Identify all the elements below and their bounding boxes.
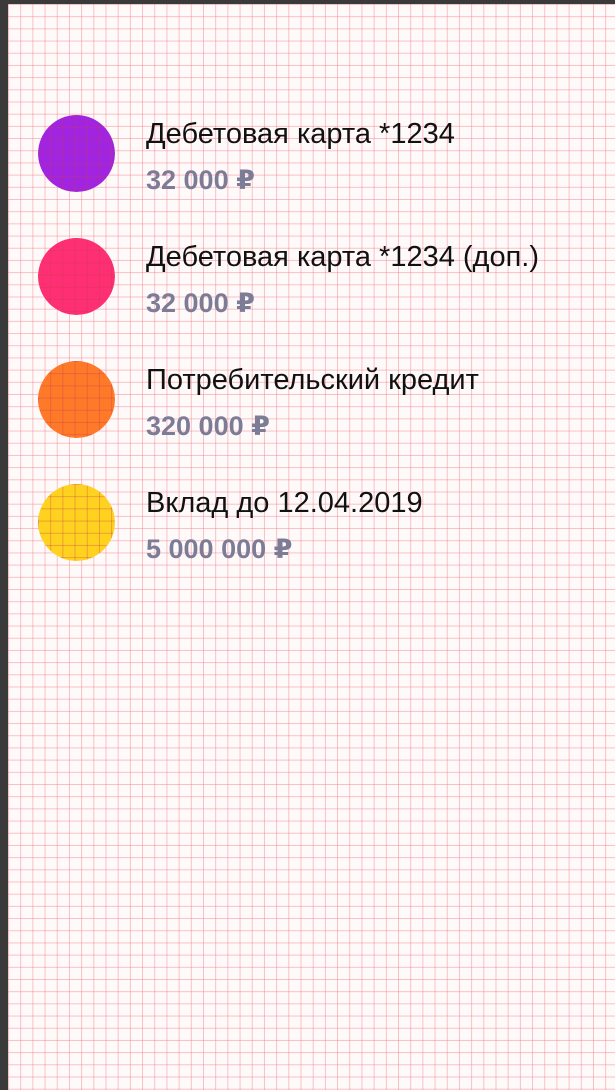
account-name: Дебетовая карта *1234 [146,118,455,150]
account-item-deposit[interactable]: Вклад до 12.04.2019 5 000 000 ₽ [38,477,615,600]
account-name: Потребительский кредит [146,364,479,396]
icon-grid-overlay [38,115,115,192]
icon-grid-overlay [38,484,115,561]
orange-circle-icon [38,361,115,438]
grid-canvas: Дебетовая карта *1234 32 000 ₽ Дебетовая… [8,4,615,1090]
account-item-debit-card-additional[interactable]: Дебетовая карта *1234 (доп.) 32 000 ₽ [38,231,615,354]
purple-circle-icon [38,115,115,192]
pink-circle-icon [38,238,115,315]
account-name: Вклад до 12.04.2019 [146,487,423,519]
account-balance: 32 000 ₽ [146,288,255,318]
yellow-circle-icon [38,484,115,561]
account-balance: 320 000 ₽ [146,411,270,441]
accounts-list: Дебетовая карта *1234 32 000 ₽ Дебетовая… [38,108,615,600]
window-left-border [0,0,8,1090]
account-item-consumer-loan[interactable]: Потребительский кредит 320 000 ₽ [38,354,615,477]
account-balance: 5 000 000 ₽ [146,534,293,564]
account-balance: 32 000 ₽ [146,165,255,195]
account-name: Дебетовая карта *1234 (доп.) [146,241,540,273]
icon-grid-overlay [38,238,115,315]
icon-grid-overlay [38,361,115,438]
account-item-debit-card[interactable]: Дебетовая карта *1234 32 000 ₽ [38,108,615,231]
